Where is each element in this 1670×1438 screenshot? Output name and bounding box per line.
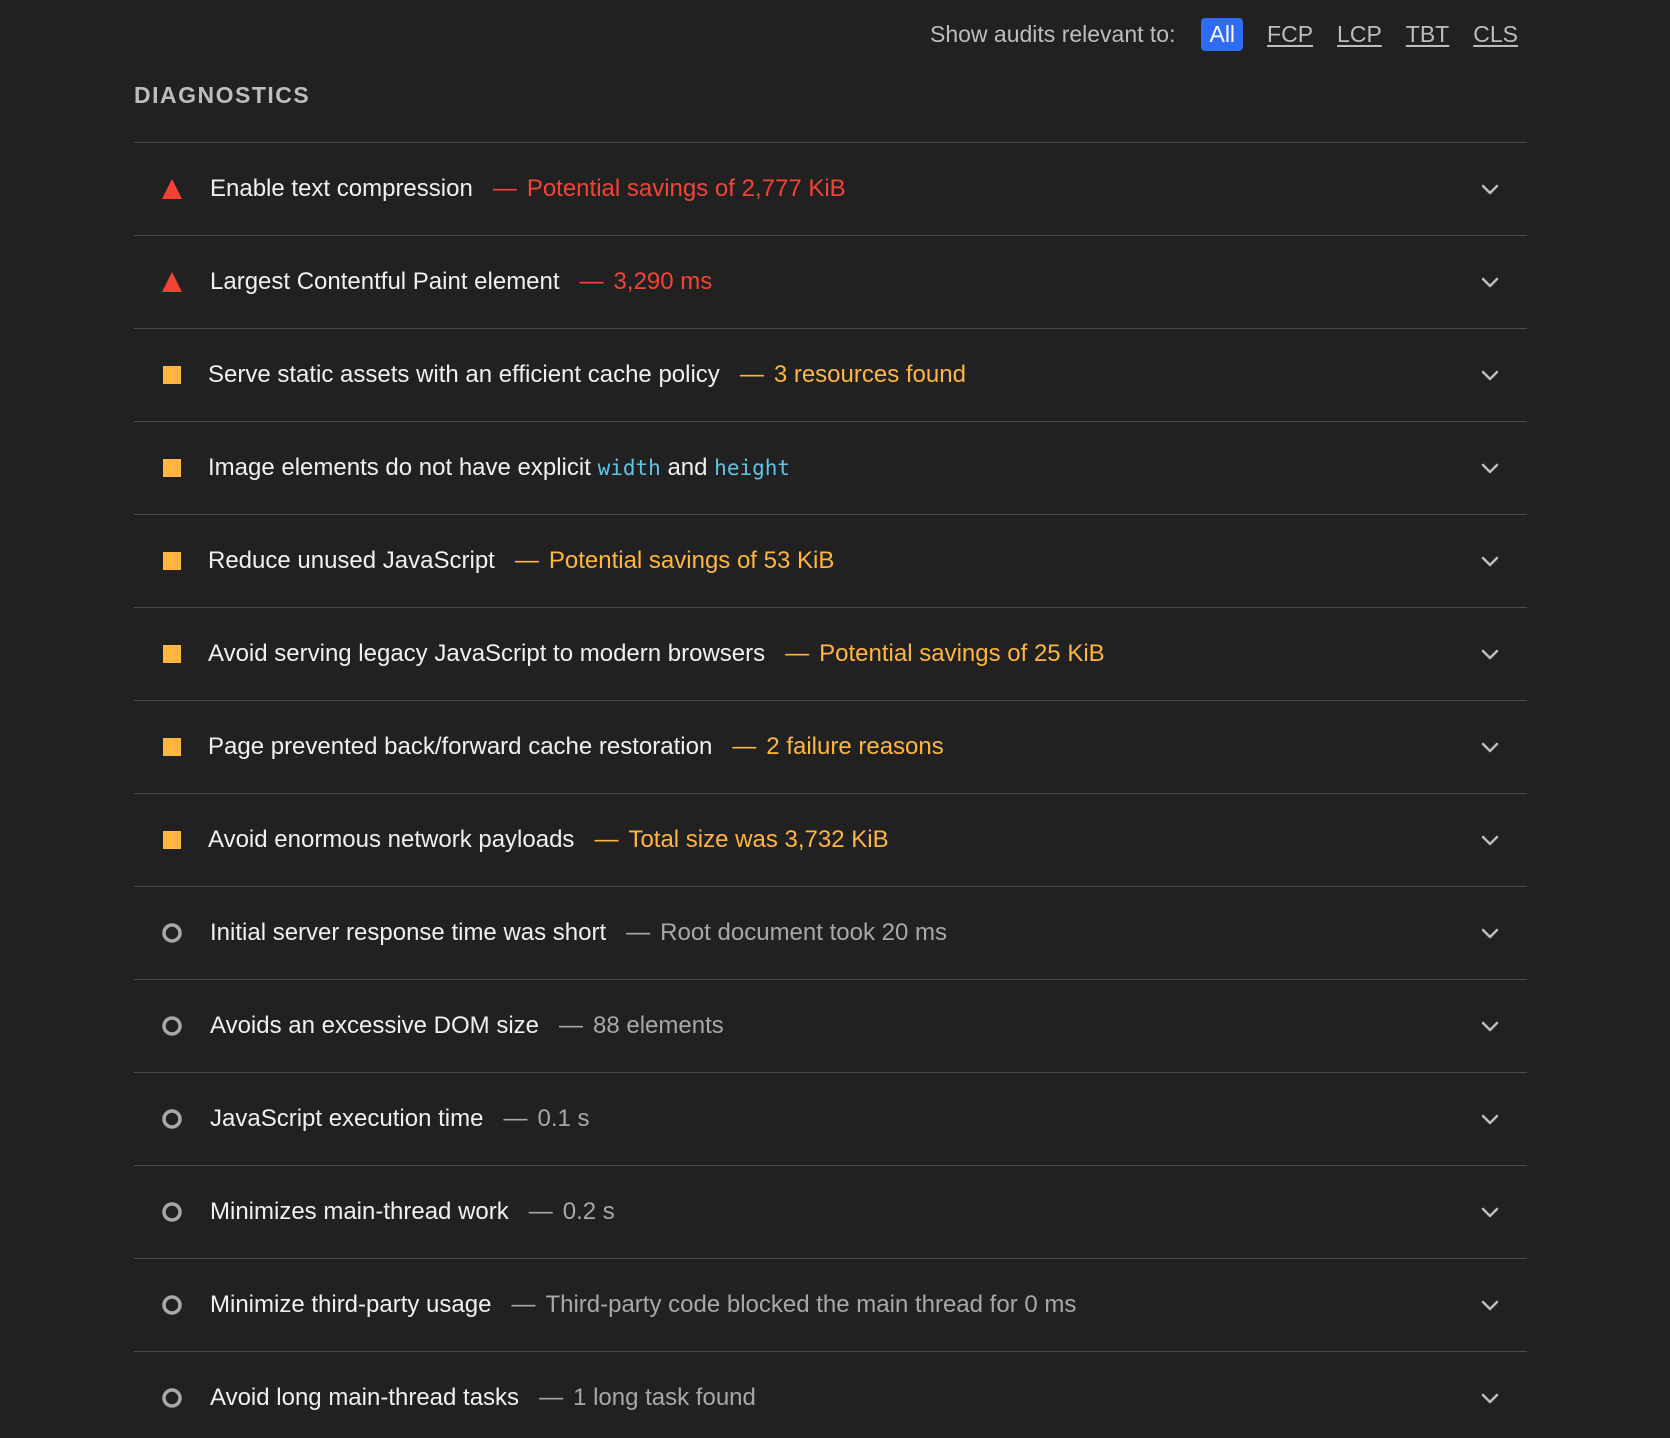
audit-title: Page prevented back/forward cache restor… [208, 733, 713, 760]
chevron-down-icon[interactable] [1479, 364, 1501, 386]
audit-title: Avoid enormous network payloads [208, 826, 575, 853]
audit-display-value: Root document took 20 ms [660, 919, 947, 946]
chevron-down-icon[interactable] [1479, 1108, 1501, 1130]
audit-title: Minimizes main-thread work [210, 1198, 509, 1225]
audit-title-part: and [660, 454, 715, 481]
audit-row[interactable]: Largest Contentful Paint element — 3,290 m… [134, 236, 1527, 329]
audit-display-value: Potential savings of 2,777 KiB [526, 175, 846, 202]
audit-title: Initial server response time was short [210, 919, 607, 946]
chevron-down-icon[interactable] [1479, 1294, 1501, 1316]
code-snippet: height [714, 456, 791, 480]
triangle-warning-icon [161, 271, 183, 293]
audit-row[interactable]: Image elements do not have explicit widt… [134, 422, 1527, 515]
chevron-down-icon[interactable] [1479, 550, 1501, 572]
audit-row[interactable]: Minimizes main-thread work — 0.2 s [134, 1166, 1527, 1259]
chevron-down-icon[interactable] [1479, 1201, 1501, 1223]
audit-title: Minimize third-party usage [210, 1291, 492, 1318]
filter-label: Show audits relevant to: [930, 20, 1176, 47]
audit-display-value: 3 resources found [773, 361, 966, 388]
audit-display-value: 3,290 ms [613, 268, 713, 295]
chevron-down-icon[interactable] [1479, 736, 1501, 758]
circle-info-icon [161, 1201, 183, 1223]
audit-separator: — [539, 1384, 564, 1411]
audit-separator: — [739, 361, 764, 388]
audit-separator: — [528, 1198, 553, 1225]
circle-info-icon [161, 1387, 183, 1409]
audit-row[interactable]: Serve static assets with an efficient ca… [134, 329, 1527, 422]
chevron-down-icon[interactable] [1479, 178, 1501, 200]
code-snippet: width [597, 456, 661, 480]
square-average-icon [161, 550, 183, 572]
audit-display-value: Potential savings of 53 KiB [548, 547, 835, 574]
audit-display-value: Potential savings of 25 KiB [819, 640, 1105, 667]
square-average-icon [161, 364, 183, 386]
audit-row[interactable]: Initial server response time was short — R… [134, 887, 1527, 980]
audit-display-value: Third-party code blocked the main thread… [545, 1291, 1077, 1318]
audit-separator: — [626, 919, 651, 946]
audit-title: Avoid long main-thread tasks [210, 1384, 520, 1411]
audit-title: Avoids an excessive DOM size [210, 1012, 540, 1039]
audit-row[interactable]: JavaScript execution time — 0.1 s [134, 1073, 1527, 1166]
filter-lcp-button[interactable]: LCP [1337, 21, 1382, 48]
circle-info-icon [161, 1294, 183, 1316]
square-average-icon [161, 457, 183, 479]
circle-info-icon [161, 1015, 183, 1037]
audit-title: JavaScript execution time [210, 1105, 484, 1132]
audit-separator: — [594, 826, 619, 853]
audit-title: Avoid serving legacy JavaScript to moder… [208, 640, 766, 667]
audit-display-value: 0.2 s [562, 1198, 615, 1225]
audit-separator: — [511, 1291, 536, 1318]
audit-row[interactable]: Avoids an excessive DOM size — 88 elements [134, 980, 1527, 1073]
audit-title: Reduce unused JavaScript [208, 547, 495, 574]
audit-display-value: 88 elements [593, 1012, 724, 1039]
audit-row[interactable]: Avoid long main-thread tasks — 1 long task… [134, 1352, 1527, 1438]
chevron-down-icon[interactable] [1479, 829, 1501, 851]
audit-separator: — [503, 1105, 528, 1132]
audit-row[interactable]: Avoid enormous network payloads — Total si… [134, 794, 1527, 887]
audit-row[interactable]: Enable text compression — Potential saving… [134, 143, 1527, 236]
audit-display-value: 0.1 s [537, 1105, 590, 1132]
audit-row[interactable]: Avoid serving legacy JavaScript to moder… [134, 608, 1527, 701]
filter-cls-button[interactable]: CLS [1473, 21, 1518, 48]
chevron-down-icon[interactable] [1479, 643, 1501, 665]
audit-display-value: Total size was 3,732 KiB [628, 826, 889, 853]
chevron-down-icon[interactable] [1479, 1387, 1501, 1409]
audit-separator: — [579, 268, 604, 295]
audit-list: Enable text compression — Potential saving… [134, 142, 1527, 1438]
filter-all-button[interactable]: All [1201, 17, 1244, 51]
audit-separator: — [492, 175, 517, 202]
audit-separator: — [514, 547, 539, 574]
square-average-icon [161, 829, 183, 851]
filter-fcp-button[interactable]: FCP [1267, 21, 1313, 48]
triangle-warning-icon [161, 178, 183, 200]
chevron-down-icon[interactable] [1479, 922, 1501, 944]
chevron-down-icon[interactable] [1479, 457, 1501, 479]
square-average-icon [161, 643, 183, 665]
audit-separator: — [785, 640, 810, 667]
audit-row[interactable]: Minimize third-party usage — Third-party c… [134, 1259, 1527, 1352]
filter-tbt-button[interactable]: TBT [1406, 21, 1449, 48]
circle-info-icon [161, 1108, 183, 1130]
audit-title-part: Image elements do not have explicit [208, 454, 598, 481]
audit-row[interactable]: Page prevented back/forward cache restor… [134, 701, 1527, 794]
square-average-icon [161, 736, 183, 758]
audit-title: Enable text compression [210, 175, 473, 202]
audit-display-value: 1 long task found [573, 1384, 756, 1411]
circle-info-icon [161, 922, 183, 944]
chevron-down-icon[interactable] [1479, 1015, 1501, 1037]
audit-title: Serve static assets with an efficient ca… [208, 361, 720, 388]
audit-filter-bar: Show audits relevant to: All FCP LCP TBT… [930, 16, 1518, 52]
section-title: DIAGNOSTICS [134, 82, 311, 108]
audit-separator: — [559, 1012, 584, 1039]
audit-row[interactable]: Reduce unused JavaScript — Potential savin… [134, 515, 1527, 608]
chevron-down-icon[interactable] [1479, 271, 1501, 293]
audit-separator: — [732, 733, 757, 760]
audit-display-value: 2 failure reasons [766, 733, 944, 760]
audit-title: Largest Contentful Paint element [210, 268, 560, 295]
audit-title: Image elements do not have explicit widt… [208, 454, 790, 482]
lighthouse-diagnostics-page: Show audits relevant to: All FCP LCP TBT… [0, 0, 1670, 1438]
